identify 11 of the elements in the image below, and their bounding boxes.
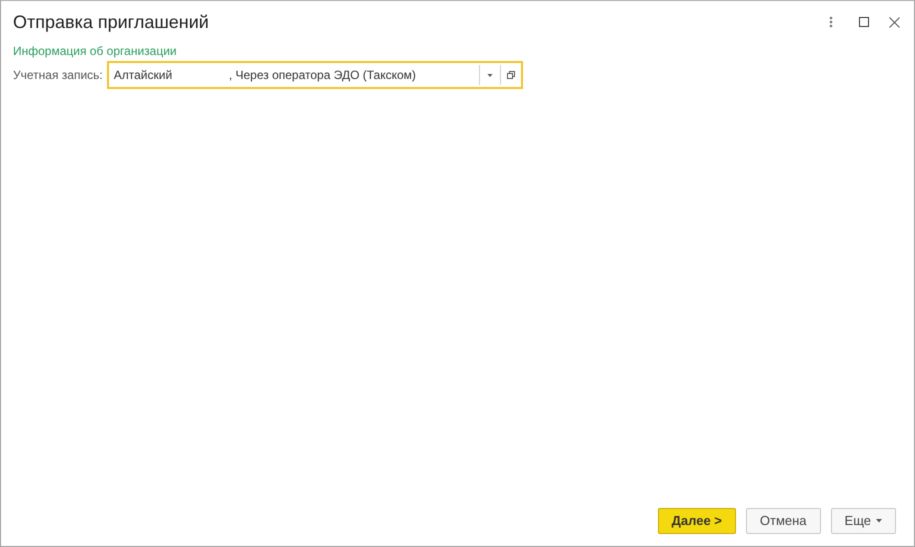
maximize-icon[interactable] [859,17,869,27]
window-title: Отправка приглашений [13,10,210,34]
close-icon[interactable] [889,16,900,28]
more-icon[interactable] [829,16,833,28]
dialog-button[interactable]: Отмена [746,508,821,534]
caret-icon [876,519,882,523]
dialog-button[interactable]: Далее > [658,508,736,534]
section-title: Информация об организации [13,43,178,59]
account-field[interactable]: Алтайский , Через оператора ЭДО (Такском) [106,61,523,89]
more-menu-button[interactable]: Еще [830,508,896,534]
field-label: Учетная запись: [13,67,103,84]
